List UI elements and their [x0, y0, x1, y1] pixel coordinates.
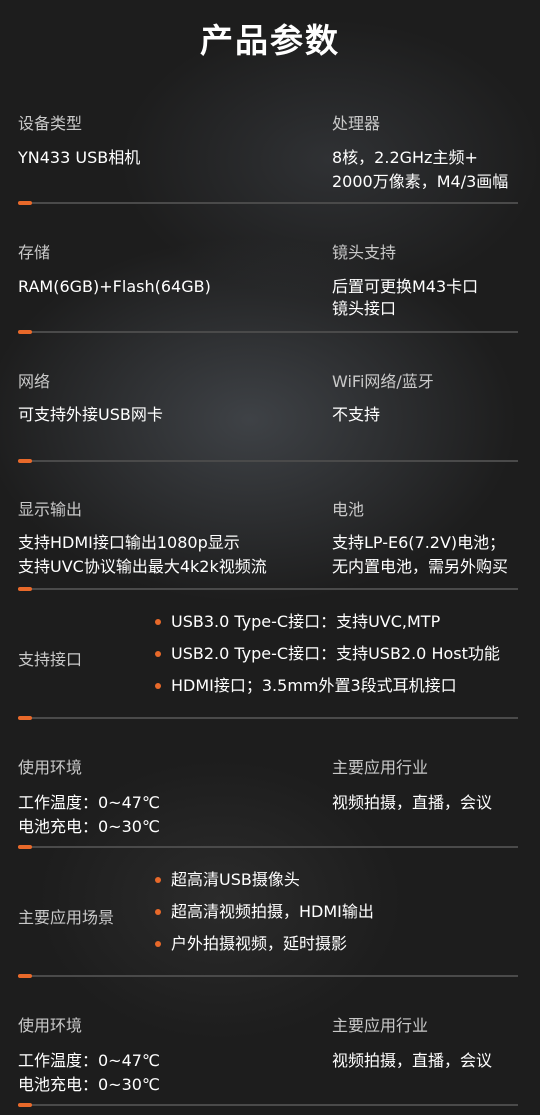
- environment-value-line2: 电池充电：0~30℃: [18, 1075, 160, 1094]
- processor-value-line1: 8核，2.2GHz主频+: [332, 148, 478, 167]
- spec-row-scenes: 主要应用场景 超高清USB摄像头 超高清视频拍摄，HDMI输出 户外拍摄视频，延…: [0, 869, 540, 969]
- divider: [18, 587, 518, 591]
- environment-value-line1: 工作温度：0~47℃: [18, 793, 160, 812]
- device-type-label: 设备类型: [18, 114, 83, 133]
- network-label: 网络: [18, 372, 51, 391]
- divider-accent: [18, 974, 32, 978]
- lens-value-line1: 后置可更换M43卡口: [332, 277, 479, 296]
- environment-value-line2: 电池充电：0~30℃: [18, 817, 160, 836]
- spec-row-environment: 使用环境 工作温度：0~47℃ 电池充电：0~30℃ 主要应用行业 视频拍摄，直…: [0, 754, 540, 840]
- network-value: 可支持外接USB网卡: [18, 405, 163, 424]
- battery-value-line2: 无内置电池，需另外购买: [332, 557, 509, 576]
- environment-value-line1: 工作温度：0~47℃: [18, 1051, 160, 1070]
- wifi-label: WiFi网络/蓝牙: [332, 372, 434, 391]
- list-item: USB2.0 Type-C接口：支持USB2.0 Host功能: [155, 643, 500, 675]
- industry-value: 视频拍摄，直播，会议: [332, 793, 493, 812]
- bullet-dot-icon: [155, 909, 161, 915]
- display-output-label: 显示输出: [18, 500, 83, 519]
- interfaces-list: USB3.0 Type-C接口：支持UVC,MTP USB2.0 Type-C接…: [155, 611, 500, 707]
- list-item: 超高清视频拍摄，HDMI输出: [155, 901, 374, 933]
- bullet-dot-icon: [155, 683, 161, 689]
- divider-accent: [18, 201, 32, 205]
- scenes-label: 主要应用场景: [18, 908, 115, 927]
- environment-label: 使用环境: [18, 758, 83, 777]
- spec-row-storage: 存储 RAM(6GB)+Flash(64GB) 镜头支持 后置可更换M43卡口 …: [0, 239, 540, 329]
- spec-row-environment-2: 使用环境 工作温度：0~47℃ 电池充电：0~30℃ 主要应用行业 视频拍摄，直…: [0, 1012, 540, 1098]
- storage-value: RAM(6GB)+Flash(64GB): [18, 277, 211, 296]
- industry-label: 主要应用行业: [332, 1016, 429, 1035]
- spec-row-device: 设备类型 YN433 USB相机 处理器 8核，2.2GHz主频+ 2000万像…: [0, 110, 540, 200]
- wifi-value: 不支持: [332, 405, 381, 424]
- divider: [18, 201, 518, 205]
- lens-label: 镜头支持: [332, 243, 397, 262]
- bullet-dot-icon: [155, 619, 161, 625]
- lens-value-line2: 镜头接口: [332, 299, 397, 318]
- list-item: USB3.0 Type-C接口：支持UVC,MTP: [155, 611, 500, 643]
- divider: [18, 845, 518, 849]
- device-type-value: YN433 USB相机: [18, 148, 141, 167]
- spec-row-network: 网络 可支持外接USB网卡 WiFi网络/蓝牙 不支持: [0, 368, 540, 438]
- divider-accent: [18, 459, 32, 463]
- divider: [18, 459, 518, 463]
- divider-accent: [18, 330, 32, 334]
- divider-accent: [18, 716, 32, 720]
- divider-accent: [18, 845, 32, 849]
- divider: [18, 1103, 518, 1107]
- bullet-dot-icon: [155, 651, 161, 657]
- list-item: HDMI接口；3.5mm外置3段式耳机接口: [155, 675, 500, 707]
- divider: [18, 330, 518, 334]
- spec-row-interfaces: 支持接口 USB3.0 Type-C接口：支持UVC,MTP USB2.0 Ty…: [0, 611, 540, 711]
- display-output-value-line2: 支持UVC协议输出最大4k2k视频流: [18, 557, 267, 576]
- page-title: 产品参数: [200, 21, 340, 60]
- divider: [18, 716, 518, 720]
- processor-label: 处理器: [332, 114, 381, 133]
- industry-value: 视频拍摄，直播，会议: [332, 1051, 493, 1070]
- processor-value-line2: 2000万像素，M4/3画幅: [332, 172, 509, 191]
- bullet-dot-icon: [155, 877, 161, 883]
- bullet-dot-icon: [155, 941, 161, 947]
- list-item: 户外拍摄视频，延时摄影: [155, 933, 374, 965]
- display-output-value-line1: 支持HDMI接口输出1080p显示: [18, 533, 240, 552]
- divider-accent: [18, 1103, 32, 1107]
- battery-value-line1: 支持LP-E6(7.2V)电池；: [332, 533, 506, 552]
- spec-row-display: 显示输出 支持HDMI接口输出1080p显示 支持UVC协议输出最大4k2k视频…: [0, 496, 540, 582]
- list-item: 超高清USB摄像头: [155, 869, 374, 901]
- storage-label: 存储: [18, 243, 51, 262]
- divider-accent: [18, 587, 32, 591]
- battery-label: 电池: [332, 500, 365, 519]
- industry-label: 主要应用行业: [332, 758, 429, 777]
- divider: [18, 974, 518, 978]
- interfaces-label: 支持接口: [18, 650, 83, 669]
- environment-label: 使用环境: [18, 1016, 83, 1035]
- scenes-list: 超高清USB摄像头 超高清视频拍摄，HDMI输出 户外拍摄视频，延时摄影: [155, 869, 374, 965]
